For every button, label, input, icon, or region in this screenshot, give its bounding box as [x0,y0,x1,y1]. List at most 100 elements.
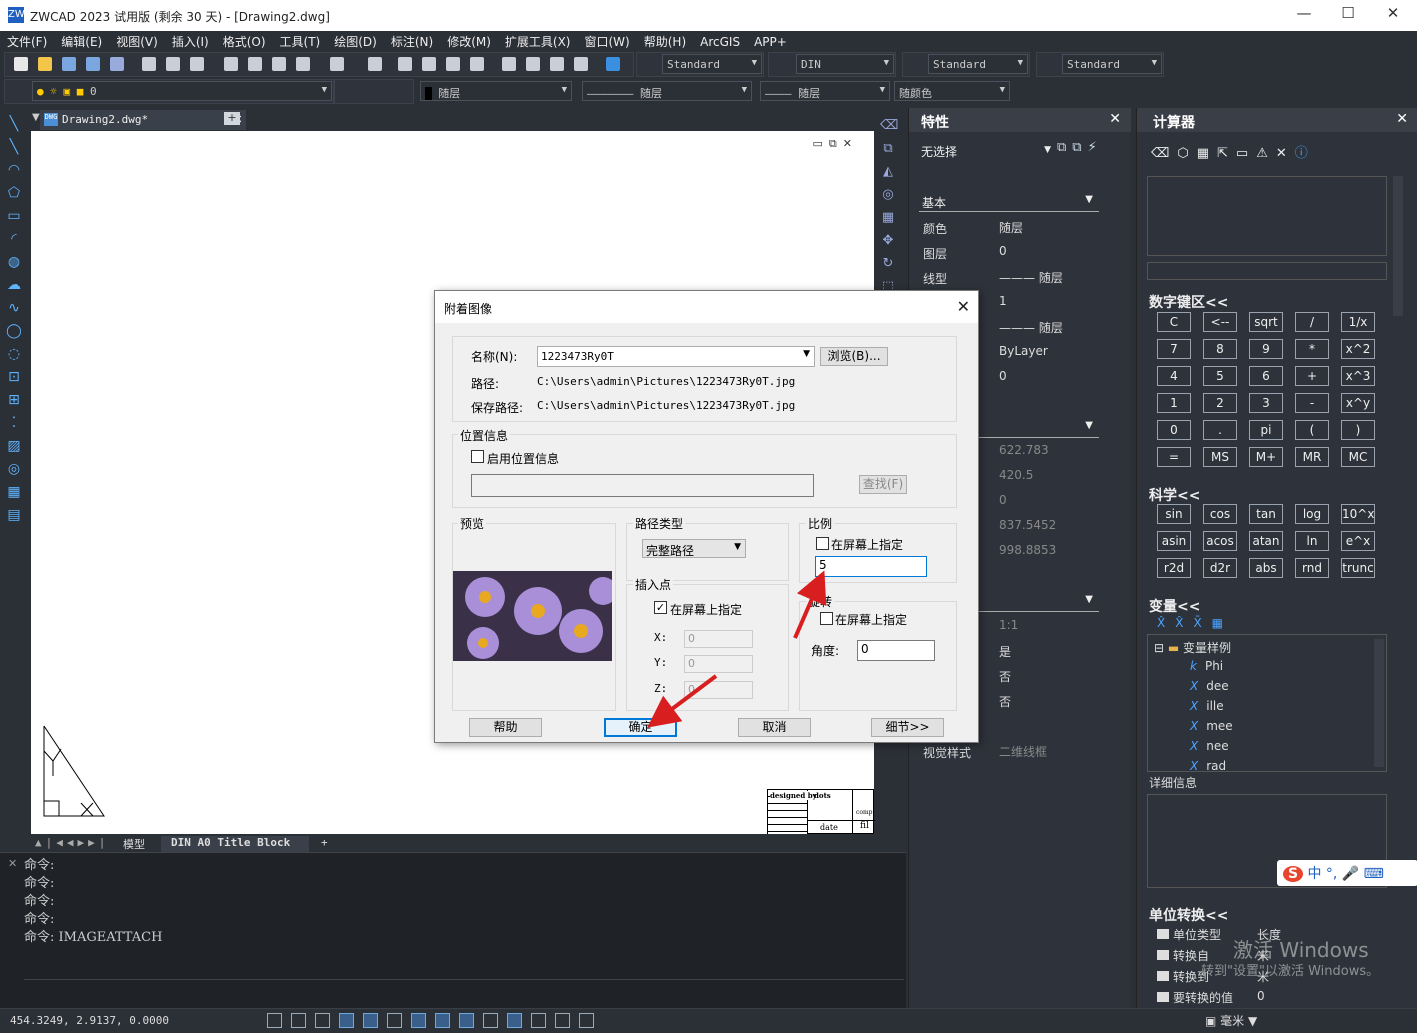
sci-key-log[interactable]: log [1295,504,1329,524]
zoom-prev-icon[interactable] [470,57,484,71]
design-center-icon[interactable] [526,57,540,71]
zoom-realtime-icon[interactable] [422,57,436,71]
prop-row-2[interactable]: 线型 ——— 随层 [921,266,1099,288]
menu-item-7[interactable]: 标注(N) [384,31,440,50]
selection-cycling-icon[interactable] [507,1013,522,1028]
text-style-select[interactable]: Standard ▼ [662,54,762,74]
tab-menu-icon[interactable]: ▼ [32,112,40,123]
sci-key-trunc[interactable]: trunc [1341,558,1375,578]
viewport-controls[interactable]: ▭⧉✕ [813,137,858,151]
sci-key-acos[interactable]: acos [1203,531,1237,551]
calc-key--[interactable]: - [1295,393,1329,413]
undo-icon[interactable] [330,57,344,71]
calc-key-4[interactable]: 4 [1157,366,1191,386]
lwt-icon[interactable] [435,1013,450,1028]
menu-item-8[interactable]: 修改(M) [440,31,498,50]
z-input[interactable]: 0 [684,681,753,699]
menu-item-5[interactable]: 工具(T) [273,31,328,50]
cloud-icon[interactable]: ☁ [6,277,22,293]
calc-key-x^3[interactable]: x^3 [1341,366,1375,386]
layer-select[interactable]: ● ☼ ▣ ■ 0 ▼ [32,81,332,101]
fullscreen-icon[interactable] [579,1013,594,1028]
arc-icon[interactable]: ◜ [6,231,22,247]
ok-button[interactable]: 确定 [604,718,677,737]
new-icon[interactable] [14,57,28,71]
offset-icon[interactable]: ◎ [880,187,896,203]
calc-input[interactable] [1147,262,1387,280]
rectangle-icon[interactable]: ▭ [6,208,22,224]
sci-key-abs[interactable]: abs [1249,558,1283,578]
tab-model[interactable]: 模型 [109,836,159,852]
calc-key-.[interactable]: . [1203,420,1237,440]
tool-palette-icon[interactable] [550,57,564,71]
properties-icon[interactable] [502,57,516,71]
zoom-window-icon[interactable] [446,57,460,71]
var-item-Phi[interactable]: k Phi [1190,659,1223,673]
numpad-title[interactable]: 数字键区<< [1149,292,1228,312]
sci-key-rnd[interactable]: rnd [1295,558,1329,578]
sci-key-cos[interactable]: cos [1203,504,1237,524]
isolate-icon[interactable] [555,1013,570,1028]
unit-row-3[interactable]: 要转换的值 0 [1157,989,1387,1009]
ortho-icon[interactable] [315,1013,330,1028]
calc-scrollbar[interactable] [1393,176,1403,316]
calc-key-2[interactable]: 2 [1203,393,1237,413]
pan-icon[interactable] [398,57,412,71]
menu-item-10[interactable]: 窗口(W) [578,31,637,50]
erase-icon[interactable]: ⌫ [880,118,898,134]
plot-icon[interactable] [190,57,204,71]
find-button[interactable]: 查找(F) [859,475,907,494]
menu-item-0[interactable]: 文件(F) [0,31,54,50]
calc-key-<--[interactable]: <-- [1203,312,1237,332]
lineweight-select[interactable]: ———— 随层 ▼ [760,81,890,101]
layout-nav-arrows[interactable]: ▲|◀◀▶▶| [35,836,109,849]
prop-visual-style[interactable]: 视觉样式 二维线框 [921,740,1099,762]
calc-key-8[interactable]: 8 [1203,339,1237,359]
enable-location-checkbox[interactable] [471,450,484,463]
print-icon[interactable] [142,57,156,71]
make-block-icon[interactable]: ⊞ [6,392,22,408]
calc-key-MR[interactable]: MR [1295,447,1329,467]
calc-key-1[interactable]: 1 [1157,393,1191,413]
calc-key-([interactable]: ( [1295,420,1329,440]
sheet-icon[interactable] [574,57,588,71]
var-item-nee[interactable]: Xnee [1190,739,1229,753]
close-properties-icon[interactable]: ✕ [1109,111,1121,127]
ellipse-icon[interactable]: ◯ [6,323,22,339]
matchprop-icon[interactable] [296,57,310,71]
calc-key-)[interactable]: ) [1341,420,1375,440]
calc-tool-icons[interactable]: ⌫⬡▦⇱▭⚠✕ⓘ [1151,142,1316,161]
sci-key-asin[interactable]: asin [1157,531,1191,551]
insert-onscreen-checkbox[interactable]: ✓ [654,601,667,614]
saveall-icon[interactable] [110,57,124,71]
menu-item-4[interactable]: 格式(O) [216,31,273,50]
menu-item-12[interactable]: ArcGIS [693,33,747,49]
ellipse-arc-icon[interactable]: ◌ [6,346,22,362]
var-item-mee[interactable]: Xmee [1190,719,1233,733]
ime-toolbar[interactable]: S 中 °, 🎤 ⌨ [1277,860,1417,886]
polyline-icon[interactable]: ◠ [6,162,22,178]
var-scrollbar[interactable] [1374,639,1384,767]
mirror-icon[interactable]: ◭ [880,164,896,180]
menu-item-9[interactable]: 扩展工具(X) [498,31,578,50]
cancel-button[interactable]: 取消 [738,718,811,737]
dyn-icon[interactable] [411,1013,426,1028]
y-input[interactable]: 0 [684,655,753,673]
calc-key-=[interactable]: = [1157,447,1191,467]
sci-title[interactable]: 科学<< [1149,485,1200,505]
menu-item-3[interactable]: 插入(I) [165,31,216,50]
sci-key-r2d[interactable]: r2d [1157,558,1191,578]
spline-icon[interactable]: ∿ [6,300,22,316]
color-select[interactable]: ■ 随层 ▼ [420,81,572,101]
calc-key-sqrt[interactable]: sqrt [1249,312,1283,332]
annotation-icon[interactable] [531,1013,546,1028]
plotstyle-select[interactable]: 随颜色 ▼ [894,81,1010,101]
xline-icon[interactable]: ╲ [6,139,22,155]
osnap-icon[interactable] [363,1013,378,1028]
otrack-icon[interactable] [387,1013,402,1028]
calc-key-+[interactable]: + [1295,366,1329,386]
close-calculator-icon[interactable]: ✕ [1396,111,1408,127]
transparency-icon[interactable] [459,1013,474,1028]
var-item-rad[interactable]: Xrad [1190,759,1226,773]
calc-key-6[interactable]: 6 [1249,366,1283,386]
